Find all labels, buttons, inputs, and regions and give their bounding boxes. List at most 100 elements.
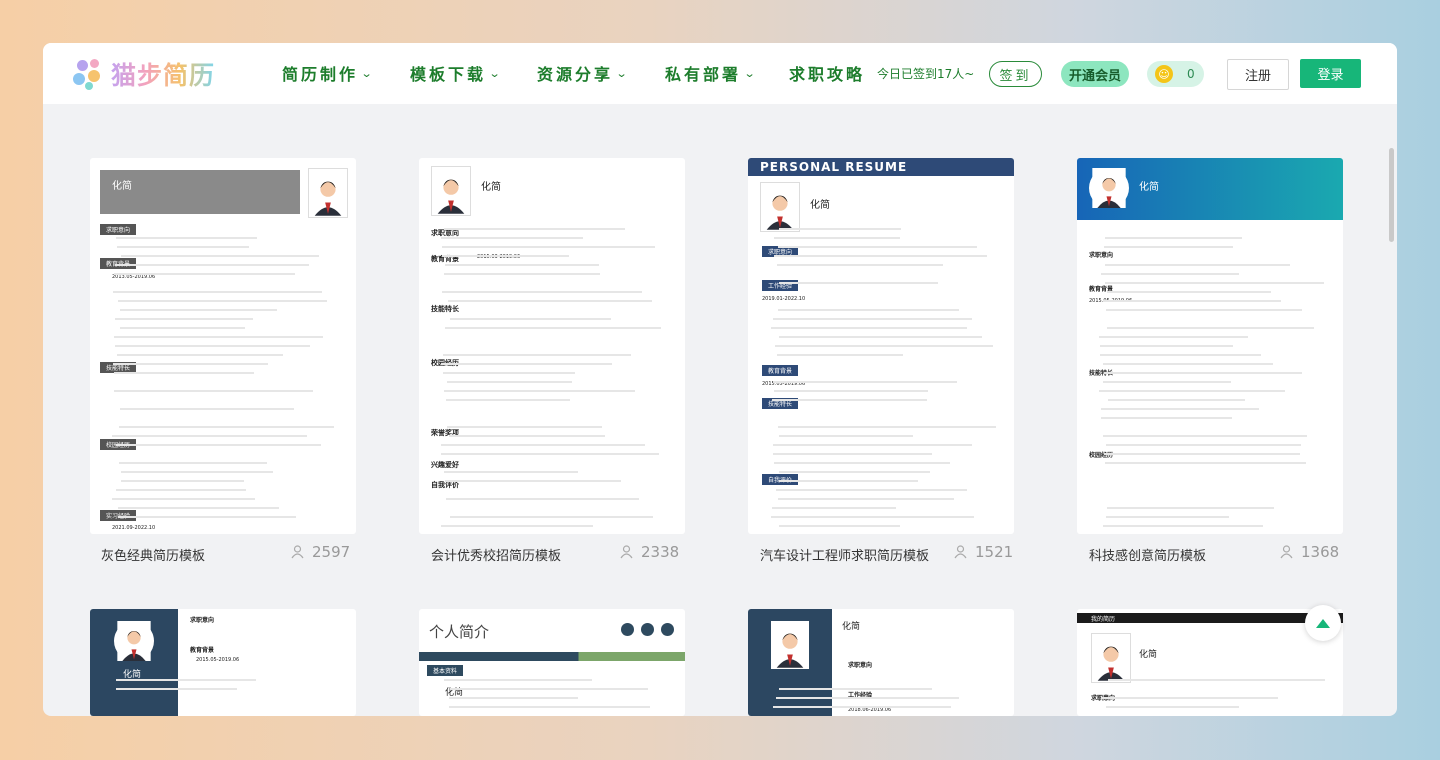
template-card-intro[interactable]: 个人简介 基本资料 化简 xyxy=(419,609,685,716)
intro-stripe xyxy=(419,652,685,661)
text-line-placeholder xyxy=(449,697,578,699)
template-card-gray[interactable]: 化简 求职意向 教育背景 2013.05-2019.06 技能特长 校园经历 实… xyxy=(90,158,356,534)
text-line-placeholder xyxy=(1101,697,1278,699)
text-line-placeholder xyxy=(775,345,993,347)
text-line-placeholder xyxy=(1103,381,1231,383)
section-title: 技能特长 xyxy=(431,304,459,314)
back-to-top-button[interactable] xyxy=(1305,605,1341,641)
register-button[interactable]: 注册 xyxy=(1227,59,1289,90)
text-line-placeholder xyxy=(773,453,932,455)
template-card-plain[interactable]: 化简 求职意向 教育背景 2015.03-2019.06 技能特长 校园经历 荣… xyxy=(419,158,685,534)
text-line-placeholder xyxy=(779,228,901,230)
template-title[interactable]: 会计优秀校招简历模板 xyxy=(431,545,561,564)
text-line-placeholder xyxy=(1103,435,1307,437)
text-line-placeholder xyxy=(1100,354,1261,356)
text-line-placeholder xyxy=(1099,390,1285,392)
section-title: 求职意向 xyxy=(100,224,136,235)
template-title[interactable]: 汽车设计工程师求职简历模板 xyxy=(760,545,929,564)
user-icon xyxy=(620,545,633,559)
nav-item-template-download[interactable]: 模板下载 ⌄ xyxy=(410,61,499,85)
text-line-placeholder xyxy=(1103,363,1273,365)
text-line-placeholder xyxy=(450,516,653,518)
text-line-placeholder xyxy=(116,489,246,491)
nav-item-private-deploy[interactable]: 私有部署 ⌄ xyxy=(665,61,754,85)
text-line-placeholder xyxy=(118,507,279,509)
resume-banner-title: PERSONAL RESUME xyxy=(760,160,907,174)
nav-item-job-tips[interactable]: 求职攻略 xyxy=(789,61,865,85)
template-card-navy[interactable]: PERSONAL RESUME 化简 求职意向 工作经验 2019.01-202… xyxy=(748,158,1014,534)
text-line-placeholder xyxy=(116,444,321,446)
text-line-placeholder xyxy=(1104,246,1233,248)
nav-label: 资源分享 xyxy=(537,61,613,85)
text-line-placeholder xyxy=(119,462,267,464)
person-icon xyxy=(1089,168,1129,208)
text-line-placeholder xyxy=(445,264,599,266)
login-button[interactable]: 登录 xyxy=(1300,59,1361,88)
text-line-placeholder xyxy=(120,327,245,329)
template-card-sidebar[interactable]: 化简 求职意向 教育背景 2015.05-2019.06 xyxy=(90,609,356,716)
text-line-placeholder xyxy=(121,471,273,473)
text-line-placeholder xyxy=(777,264,943,266)
text-line-placeholder xyxy=(116,237,257,239)
person-icon xyxy=(432,167,470,215)
text-line-placeholder xyxy=(115,318,253,320)
text-line-placeholder xyxy=(776,489,967,491)
user-icon xyxy=(954,545,967,559)
text-line-placeholder xyxy=(778,498,954,500)
text-line-placeholder xyxy=(779,480,918,482)
text-line-placeholder xyxy=(776,697,959,699)
template-card-blue-side[interactable]: 化简 求职意向 工作经验 2018.06-2019.06 xyxy=(748,609,1014,716)
text-line-placeholder xyxy=(444,273,600,275)
text-line-placeholder xyxy=(450,688,648,690)
text-line-placeholder xyxy=(121,255,319,257)
nav-item-resource-share[interactable]: 资源分享 ⌄ xyxy=(537,61,626,85)
coin-balance[interactable]: ☺ 0 xyxy=(1147,61,1204,87)
scrollbar-thumb[interactable] xyxy=(1389,148,1394,242)
section-title: 求职意向 xyxy=(1089,250,1113,259)
sign-in-button[interactable]: 签到 xyxy=(989,61,1042,87)
arrow-up-icon xyxy=(1316,619,1330,628)
template-title[interactable]: 灰色经典简历模板 xyxy=(101,545,205,564)
text-line-placeholder xyxy=(1100,345,1233,347)
text-line-placeholder xyxy=(779,435,913,437)
text-line-placeholder xyxy=(1108,399,1245,401)
brand-logo[interactable]: 猫步简历 xyxy=(73,57,215,91)
text-line-placeholder xyxy=(114,372,254,374)
text-line-placeholder xyxy=(778,426,996,428)
text-line-placeholder xyxy=(449,435,605,437)
chevron-down-icon: ⌄ xyxy=(361,67,373,80)
nav-label: 模板下载 xyxy=(410,61,486,85)
template-card-tech[interactable]: 化简 求职意向 教育背景 2015.05-2019.06 技能特长 校园经历 xyxy=(1077,158,1343,534)
text-line-placeholder xyxy=(447,381,572,383)
text-line-placeholder xyxy=(1105,264,1290,266)
avatar xyxy=(1089,168,1129,208)
text-line-placeholder xyxy=(1101,408,1259,410)
resume-name: 化简 xyxy=(842,619,860,632)
nav-label: 私有部署 xyxy=(665,61,741,85)
text-line-placeholder xyxy=(1101,417,1232,419)
person-icon xyxy=(309,169,347,217)
text-line-placeholder xyxy=(116,688,237,690)
resume-header-label: 我的简历 xyxy=(1091,614,1115,623)
chevron-down-icon: ⌄ xyxy=(616,67,628,80)
text-line-placeholder xyxy=(1108,679,1325,681)
text-line-placeholder xyxy=(1101,273,1239,275)
avatar xyxy=(431,166,471,216)
text-line-placeholder xyxy=(444,228,625,230)
vip-button[interactable]: 开通会员 xyxy=(1061,61,1129,87)
text-line-placeholder xyxy=(1107,291,1271,293)
resume-name: 化简 xyxy=(112,177,132,192)
text-line-placeholder xyxy=(120,309,277,311)
use-count-value: 1521 xyxy=(975,543,1013,561)
date-text: 2015.05-2019.06 xyxy=(196,657,239,663)
text-line-placeholder xyxy=(120,408,294,410)
template-card-black[interactable]: 我的简历 化简 求职意向 xyxy=(1077,609,1343,716)
avatar xyxy=(114,621,154,661)
text-line-placeholder xyxy=(119,426,334,428)
text-line-placeholder xyxy=(771,327,967,329)
template-title[interactable]: 科技感创意简历模板 xyxy=(1089,545,1206,564)
nav-item-resume-make[interactable]: 简历制作 ⌄ xyxy=(282,61,371,85)
text-line-placeholder xyxy=(778,246,977,248)
text-line-placeholder xyxy=(774,255,987,257)
avatar xyxy=(760,182,800,232)
